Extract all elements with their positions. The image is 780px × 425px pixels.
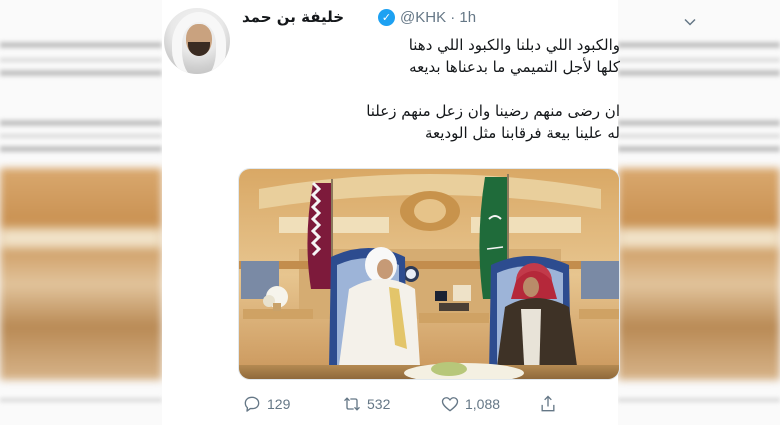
retweet-count: 532 bbox=[367, 396, 391, 412]
tweet-text: والكبود اللي دبلنا والكبود اللي دهنا كله… bbox=[242, 34, 620, 144]
tweet-header: خليفة بن حمد ✓ @KHK · 1h bbox=[242, 8, 696, 30]
avatar[interactable] bbox=[164, 8, 230, 74]
share-icon bbox=[541, 395, 555, 412]
verified-badge-icon: ✓ bbox=[378, 9, 395, 26]
tweet-photo[interactable] bbox=[238, 168, 620, 380]
tweet-line: والكبود اللي دبلنا والكبود اللي دهنا bbox=[408, 36, 620, 54]
reply-button[interactable]: 129 bbox=[242, 392, 290, 416]
retweet-icon bbox=[344, 397, 360, 411]
chevron-down-icon[interactable] bbox=[684, 16, 696, 28]
author-name[interactable]: خليفة بن حمد bbox=[242, 8, 344, 26]
tweet-card[interactable]: خليفة بن حمد ✓ @KHK · 1h والكبود اللي دب… bbox=[162, 0, 696, 425]
blurred-background-right bbox=[618, 0, 780, 425]
tweet-line: ان رضى منهم رضينا وان زعل منهم زعلنا bbox=[366, 102, 620, 120]
reply-icon bbox=[244, 396, 260, 412]
tweet-line: له علينا بيعة فرقابنا مثل الوديعة bbox=[425, 124, 620, 142]
tweet-line: كلها لأجل التميمي ما بدعناها بديعه bbox=[409, 58, 620, 76]
reply-count: 129 bbox=[267, 396, 291, 412]
heart-icon bbox=[441, 397, 459, 412]
author-handle-time[interactable]: @KHK · 1h bbox=[400, 9, 476, 26]
retweet-button[interactable]: 532 bbox=[342, 392, 390, 416]
share-button[interactable] bbox=[538, 392, 558, 416]
like-button[interactable]: 1,088 bbox=[440, 392, 500, 416]
tweet-actions: 129 532 1,088 bbox=[242, 392, 582, 416]
like-count: 1,088 bbox=[465, 396, 501, 412]
blurred-background-left bbox=[0, 0, 162, 425]
